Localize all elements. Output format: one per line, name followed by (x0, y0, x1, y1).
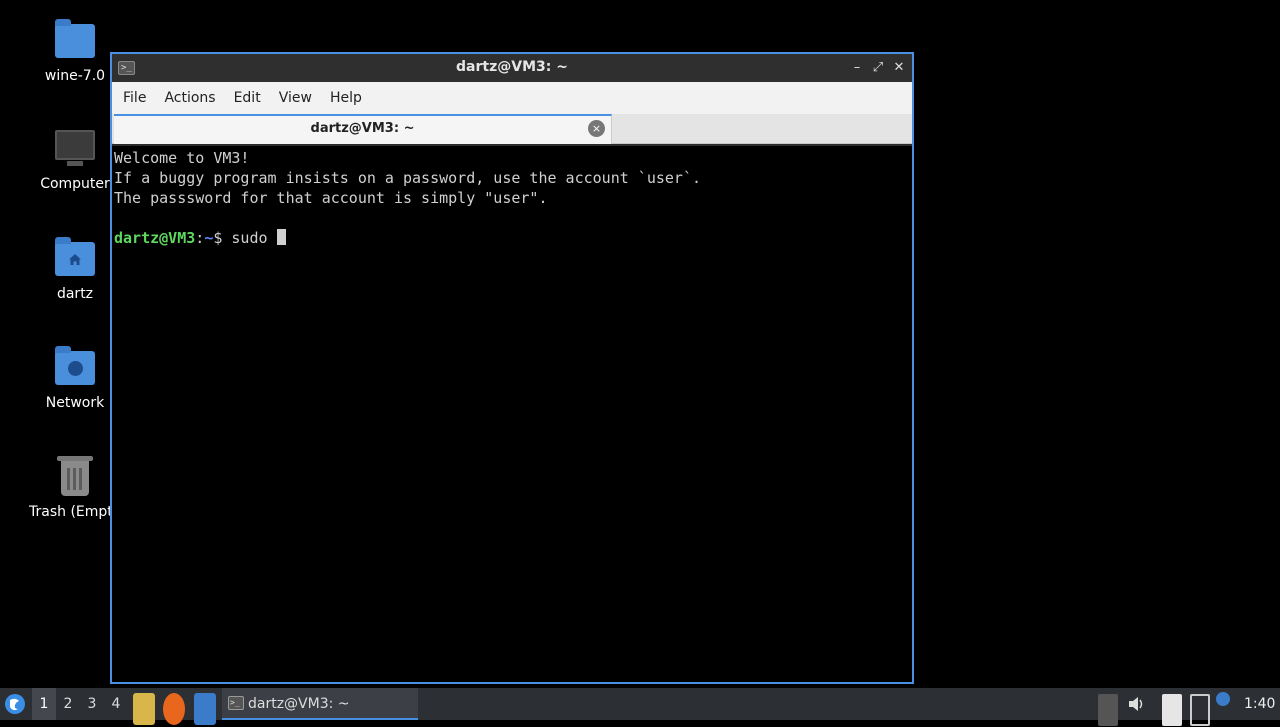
terminal-icon: >_ (228, 696, 244, 710)
tab-close-icon[interactable]: × (588, 120, 605, 137)
prompt-path: ~ (204, 229, 214, 247)
window-titlebar[interactable]: >_ dartz@VM3: ~ – ⤢ ✕ (112, 54, 912, 82)
trash-icon (53, 454, 97, 498)
prompt-separator: : (195, 229, 205, 247)
prompt-line: dartz@VM3:~$ sudo (114, 228, 910, 248)
volume-icon[interactable] (1126, 694, 1146, 726)
text-cursor (276, 229, 286, 245)
prompt-symbol: $ (213, 229, 223, 247)
taskbar-task-terminal[interactable]: >_ dartz@VM3: ~ (222, 688, 418, 720)
minimize-button[interactable]: – (848, 59, 866, 77)
window-title: dartz@VM3: ~ (456, 59, 568, 75)
update-notifier-icon[interactable] (1216, 692, 1230, 706)
network-icon[interactable] (1190, 694, 1210, 726)
tab-bar: dartz@VM3: ~ × (112, 114, 912, 144)
workspace-1[interactable]: 1 (32, 688, 56, 720)
menu-view[interactable]: View (270, 90, 321, 106)
command-input[interactable]: sudo (231, 229, 276, 247)
desktop: wine-7.0 Computer dartz Network Trash (E… (0, 0, 1280, 688)
tray-expand-icon[interactable] (1098, 694, 1118, 726)
terminal-window[interactable]: >_ dartz@VM3: ~ – ⤢ ✕ File Actions Edit … (110, 52, 914, 684)
taskbar: 1 2 3 4 >_ dartz@VM3: ~ 1:40 (0, 688, 1280, 726)
clipboard-icon[interactable] (1162, 694, 1182, 726)
tab-terminal[interactable]: dartz@VM3: ~ × (114, 114, 612, 144)
terminal-output[interactable]: Welcome to VM3! If a buggy program insist… (112, 146, 912, 682)
menubar: File Actions Edit View Help (112, 82, 912, 114)
terminal-line: The passsword for that account is simply… (114, 189, 548, 207)
close-button[interactable]: ✕ (890, 59, 908, 77)
workspace-3[interactable]: 3 (80, 688, 104, 720)
task-label: dartz@VM3: ~ (248, 696, 350, 712)
computer-icon (53, 126, 97, 170)
workspace-4[interactable]: 4 (104, 688, 128, 720)
home-folder-icon (53, 236, 97, 280)
clock[interactable]: 1:40 (1244, 688, 1278, 720)
firefox-icon[interactable] (163, 693, 185, 725)
prompt-user: dartz@VM3 (114, 229, 196, 247)
desktop-icon-trash[interactable]: Trash (Empty) (20, 454, 110, 520)
workspace-2[interactable]: 2 (56, 688, 80, 720)
tab-label: dartz@VM3: ~ (310, 121, 415, 136)
folder-icon (53, 18, 97, 62)
maximize-button[interactable]: ⤢ (869, 59, 887, 77)
menu-actions[interactable]: Actions (155, 90, 224, 106)
terminal-line: Welcome to VM3! (114, 149, 250, 167)
show-desktop-icon[interactable] (194, 693, 216, 725)
lxqt-start-icon[interactable] (4, 693, 26, 715)
desktop-icon-label: Trash (Empty) (29, 504, 110, 520)
menu-file[interactable]: File (114, 90, 155, 106)
terminal-line: If a buggy program insists on a password… (114, 169, 701, 187)
file-manager-icon[interactable] (133, 693, 155, 725)
network-folder-icon (53, 345, 97, 389)
menu-edit[interactable]: Edit (225, 90, 270, 106)
menu-help[interactable]: Help (321, 90, 371, 106)
